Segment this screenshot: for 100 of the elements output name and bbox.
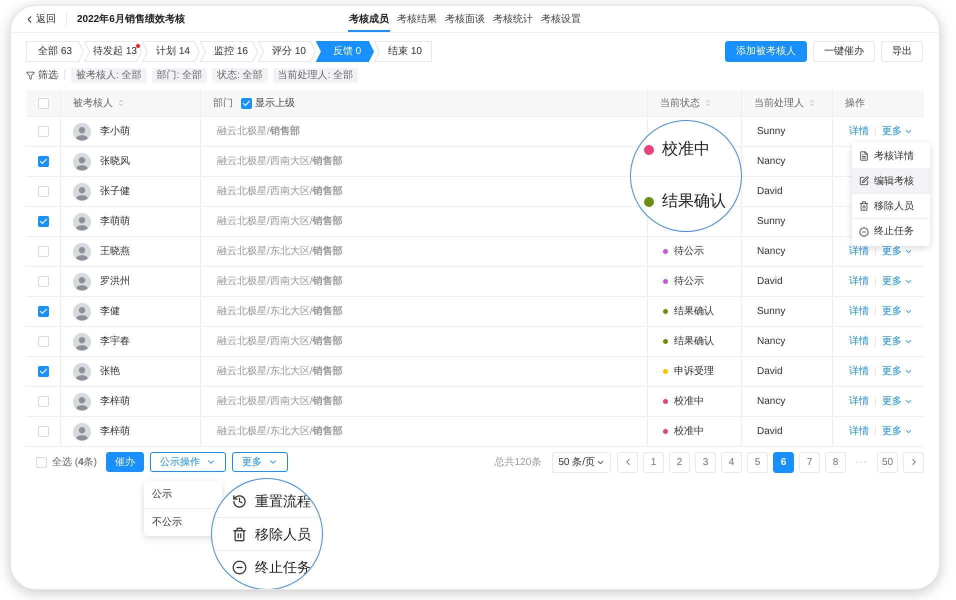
menu-item[interactable]: 移除人员 bbox=[255, 524, 311, 544]
page-button[interactable]: 6 bbox=[773, 452, 794, 472]
minus-circle-icon bbox=[232, 560, 247, 574]
caret-icon bbox=[904, 397, 913, 406]
checkbox[interactable] bbox=[38, 156, 48, 167]
department-path: 融云北极星/西南大区/销售部 bbox=[217, 274, 343, 289]
step-tab[interactable]: 待发起 13 bbox=[84, 41, 142, 62]
page-button[interactable]: 4 bbox=[721, 452, 742, 472]
more-link[interactable]: 更多 bbox=[882, 304, 913, 319]
department-path: 融云北极星/西南大区/销售部 bbox=[217, 394, 343, 409]
toolbar-button[interactable]: 导出 bbox=[881, 41, 923, 62]
step-tab[interactable]: 监控 16 bbox=[200, 41, 258, 62]
avatar bbox=[73, 272, 91, 290]
handler-name: Nancy bbox=[757, 335, 786, 349]
sort-icon[interactable] bbox=[117, 99, 125, 107]
status-label: 结果确认 bbox=[662, 192, 726, 212]
caret-icon bbox=[904, 247, 913, 256]
menu-item[interactable]: 公示 bbox=[152, 487, 172, 502]
page-size-select[interactable]: 50 条/页 bbox=[552, 452, 611, 472]
member-name: 张晓风 bbox=[100, 154, 130, 169]
filter-chip[interactable]: 部门: 全部 bbox=[152, 68, 208, 82]
handler-name: David bbox=[757, 185, 783, 199]
step-tab[interactable]: 评分 10 bbox=[258, 41, 316, 62]
checkbox[interactable] bbox=[38, 216, 48, 227]
checkbox[interactable] bbox=[38, 366, 48, 377]
detail-link[interactable]: 详情 bbox=[849, 394, 869, 409]
handler-name: Nancy bbox=[757, 395, 786, 409]
detail-link[interactable]: 详情 bbox=[849, 274, 869, 289]
menu-item[interactable]: 移除人员 bbox=[852, 194, 930, 219]
next-page-button[interactable] bbox=[903, 452, 924, 472]
handler-name: David bbox=[757, 275, 783, 289]
dropdown-button[interactable]: 更多 bbox=[232, 452, 288, 472]
step-tab[interactable]: 全部 63 bbox=[26, 41, 84, 62]
checkbox[interactable] bbox=[241, 98, 252, 108]
edit-icon bbox=[859, 176, 869, 186]
status-label: 申诉受理 bbox=[674, 364, 714, 379]
toolbar-button[interactable]: 一键催办 bbox=[813, 41, 875, 62]
step-tab[interactable]: 反馈 0 bbox=[316, 41, 374, 62]
department-path: 融云北极星/西南大区/销售部 bbox=[217, 334, 343, 349]
document-icon bbox=[859, 151, 869, 161]
filter-chip[interactable]: 被考核人: 全部 bbox=[71, 68, 147, 82]
nav-tab[interactable]: 考核成员 bbox=[348, 6, 390, 32]
add-button[interactable]: 添加被考核人 bbox=[725, 41, 807, 62]
caret-icon bbox=[904, 427, 913, 436]
page-button[interactable]: 3 bbox=[695, 452, 716, 472]
department-path: 融云北极星/东北大区/销售部 bbox=[217, 364, 343, 379]
menu-item[interactable]: 编辑考核 bbox=[852, 169, 930, 194]
page-button[interactable]: 8 bbox=[825, 452, 846, 472]
urge-button[interactable]: 催办 bbox=[106, 452, 144, 472]
page-button[interactable]: 7 bbox=[799, 452, 820, 472]
page-button[interactable]: 1 bbox=[643, 452, 664, 472]
nav-tab[interactable]: 考核统计 bbox=[492, 6, 534, 32]
detail-link[interactable]: 详情 bbox=[849, 304, 869, 319]
filter-chip[interactable]: 状态: 全部 bbox=[212, 68, 268, 82]
more-link[interactable]: 更多 bbox=[882, 124, 913, 139]
step-tab[interactable]: 结束 10 bbox=[374, 41, 432, 62]
detail-link[interactable]: 详情 bbox=[849, 334, 869, 349]
more-link[interactable]: 更多 bbox=[882, 424, 913, 439]
department-path: 融云北极星/西南大区/销售部 bbox=[217, 214, 343, 229]
detail-link[interactable]: 详情 bbox=[849, 124, 869, 139]
department-path: 融云北极星/东北大区/销售部 bbox=[217, 424, 343, 439]
trash-icon bbox=[232, 526, 247, 542]
menu-item[interactable]: 终止任务 bbox=[255, 556, 311, 578]
page-button[interactable]: 2 bbox=[669, 452, 690, 472]
history-icon bbox=[232, 494, 247, 508]
prev-page-button[interactable] bbox=[617, 452, 638, 472]
more-link[interactable]: 更多 bbox=[882, 274, 913, 289]
page-button[interactable]: 5 bbox=[747, 452, 768, 472]
menu-item[interactable]: 终止任务 bbox=[852, 219, 930, 244]
filter-chip[interactable]: 当前处理人: 全部 bbox=[272, 68, 358, 82]
sort-icon[interactable] bbox=[808, 99, 816, 107]
sort-icon[interactable] bbox=[704, 99, 712, 107]
back-button[interactable]: 返回 bbox=[24, 12, 56, 26]
more-link[interactable]: 更多 bbox=[882, 394, 913, 409]
nav-tab[interactable]: 考核面谈 bbox=[444, 6, 486, 32]
page-button[interactable]: 50 bbox=[877, 452, 898, 472]
handler-name: David bbox=[757, 425, 783, 439]
member-name: 张子健 bbox=[100, 184, 130, 199]
department-path: 融云北极星/东北大区/销售部 bbox=[217, 304, 343, 319]
member-name: 李宇春 bbox=[100, 334, 130, 349]
handler-name: Nancy bbox=[757, 245, 786, 259]
column-header: 当前处理人 bbox=[754, 96, 804, 110]
checkbox[interactable] bbox=[38, 306, 48, 317]
filter-label: 筛选 bbox=[38, 68, 58, 82]
department-path: 融云北极星/东北大区/销售部 bbox=[217, 244, 343, 259]
detail-link[interactable]: 详情 bbox=[849, 364, 869, 379]
more-link[interactable]: 更多 bbox=[882, 334, 913, 349]
nav-tab[interactable]: 考核结果 bbox=[396, 6, 438, 32]
member-name: 罗洪州 bbox=[100, 274, 130, 289]
nav-tab[interactable]: 考核设置 bbox=[540, 6, 582, 32]
detail-link[interactable]: 详情 bbox=[849, 244, 869, 259]
menu-item[interactable]: 不公示 bbox=[152, 515, 182, 530]
dropdown-button[interactable]: 公示操作 bbox=[150, 452, 226, 472]
detail-link[interactable]: 详情 bbox=[849, 424, 869, 439]
step-tab[interactable]: 计划 14 bbox=[142, 41, 200, 62]
more-link[interactable]: 更多 bbox=[882, 244, 913, 259]
handler-name: Sunny bbox=[757, 305, 786, 319]
avatar bbox=[73, 242, 91, 260]
status-label: 校准中 bbox=[674, 394, 704, 409]
more-link[interactable]: 更多 bbox=[882, 364, 913, 379]
